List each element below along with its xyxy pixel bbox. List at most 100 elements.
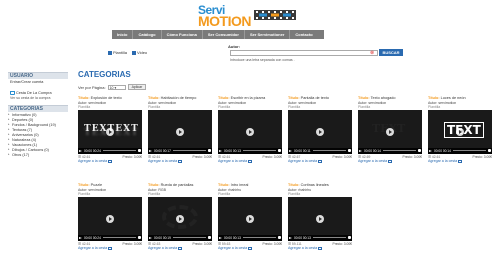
checkbox-checked-icon <box>108 50 112 55</box>
seek-bar[interactable] <box>312 237 346 238</box>
volume-icon[interactable] <box>348 149 351 152</box>
per-page-select[interactable]: 10 ▾ <box>107 84 126 90</box>
volume-icon[interactable] <box>418 149 421 152</box>
card-price: Precio: 3.00€ <box>193 242 212 246</box>
play-icon[interactable] <box>176 214 184 223</box>
play-small-icon[interactable] <box>219 149 222 152</box>
volume-icon[interactable] <box>488 149 491 152</box>
plantilla-checkbox[interactable]: Plantilla <box>108 50 127 55</box>
clear-icon[interactable]: ⊗ <box>370 50 374 56</box>
nav-como-funciona[interactable]: Cómo Funciona <box>162 30 203 39</box>
volume-icon[interactable] <box>208 236 211 239</box>
nav-ser-consumidor[interactable]: Ser Consumidor <box>203 30 245 39</box>
seek-bar[interactable] <box>382 150 416 151</box>
video-controls: 00:00 00:17 <box>148 147 212 154</box>
page-title: CATEGORIAS <box>78 70 131 79</box>
cart-link[interactable]: Cesta De La Compra <box>10 91 68 95</box>
play-small-icon[interactable] <box>219 236 222 239</box>
play-icon[interactable] <box>246 214 254 223</box>
volume-icon[interactable] <box>278 149 281 152</box>
card-title-text: Rueda de pantallas <box>160 183 194 187</box>
play-icon[interactable] <box>106 214 114 223</box>
seek-bar[interactable] <box>172 150 206 151</box>
seek-bar[interactable] <box>242 237 276 238</box>
play-small-icon[interactable] <box>149 149 152 152</box>
play-small-icon[interactable] <box>149 236 152 239</box>
nav-ser-servimotioner[interactable]: Ser Servimotioner <box>245 30 291 39</box>
sidebar-category[interactable]: Otros (17) <box>8 152 68 157</box>
nav-contacto[interactable]: Contacto <box>290 30 317 39</box>
video-time: 00:00 00:13 <box>224 235 241 240</box>
add-to-cart-label: Agregar a la cesta <box>428 158 458 163</box>
search-button[interactable]: BUSCAR <box>379 49 403 56</box>
play-small-icon[interactable] <box>359 149 362 152</box>
site-logo[interactable]: Servi MOTION <box>192 3 312 29</box>
card-title-text: Intro imeal <box>230 183 249 187</box>
play-icon[interactable] <box>246 127 254 136</box>
card-title-text: Luces de neón <box>440 96 466 100</box>
add-to-cart-link[interactable]: Agregar a la cesta <box>358 159 422 164</box>
video-time: 00:00 00:14 <box>364 148 381 153</box>
apply-button[interactable]: Aplicar <box>127 84 147 90</box>
video-preview[interactable]: TEXTEXT 00:00 00:24 <box>78 109 142 154</box>
cart-icon <box>178 159 183 163</box>
video-preview[interactable]: 00:00 00:13 <box>218 109 282 154</box>
volume-icon[interactable] <box>278 236 281 239</box>
add-to-cart-link[interactable]: Agregar a la cesta <box>78 159 142 164</box>
play-small-icon[interactable] <box>429 149 432 152</box>
card-author-label: Autor: <box>78 187 88 192</box>
add-to-cart-link[interactable]: Agregar a la cesta <box>288 246 352 251</box>
video-controls: 00:00 00:24 <box>78 147 142 154</box>
card-price-label: Precio: <box>402 154 413 159</box>
card-author-label: Autor: <box>288 100 298 105</box>
play-icon[interactable] <box>106 127 114 136</box>
add-to-cart-link[interactable]: Agregar a la cesta <box>78 246 142 251</box>
play-small-icon[interactable] <box>79 149 82 152</box>
card-price-label: Precio: <box>262 241 273 246</box>
play-small-icon[interactable] <box>289 149 292 152</box>
video-preview[interactable]: TEXT 00:00 00:14 <box>358 109 422 154</box>
search-input[interactable] <box>230 50 378 56</box>
seek-bar[interactable] <box>102 237 136 238</box>
add-to-cart-link[interactable]: Agregar a la cesta <box>428 159 492 164</box>
video-controls: 00:00 00:11 <box>288 147 352 154</box>
video-preview[interactable]: 00:00 00:13 <box>218 196 282 241</box>
video-preview[interactable]: 00:00 00:19 <box>148 196 212 241</box>
card-title-tag: Título: <box>218 183 230 187</box>
play-icon[interactable] <box>176 127 184 136</box>
nav-catalogo[interactable]: Catálogo <box>133 30 162 39</box>
play-icon[interactable] <box>456 127 464 136</box>
video-preview[interactable]: 00:00 00:24 <box>78 196 142 241</box>
play-icon[interactable] <box>386 127 394 136</box>
video-preview[interactable]: 00:00 00:13 <box>288 196 352 241</box>
add-to-cart-link[interactable]: Agregar a la cesta <box>218 159 282 164</box>
card-price: Precio: 3.00€ <box>403 155 422 159</box>
card-author-value: servimotion <box>298 100 317 105</box>
seek-bar[interactable] <box>452 150 486 151</box>
card-price-value: 3.00€ <box>273 241 282 246</box>
play-small-icon[interactable] <box>79 236 82 239</box>
add-to-cart-link[interactable]: Agregar a la cesta <box>148 246 212 251</box>
seek-bar[interactable] <box>172 237 206 238</box>
nav-inicio[interactable]: Inicio <box>112 30 134 39</box>
add-to-cart-link[interactable]: Agregar a la cesta <box>218 246 282 251</box>
volume-icon[interactable] <box>138 149 141 152</box>
volume-icon[interactable] <box>208 149 211 152</box>
video-checkbox[interactable]: Video <box>132 50 147 55</box>
play-icon[interactable] <box>316 127 324 136</box>
volume-icon[interactable] <box>138 236 141 239</box>
video-preview[interactable]: 00:00 00:11 <box>288 109 352 154</box>
video-preview[interactable]: TEXT 00:00 00:14 <box>428 109 492 154</box>
video-preview[interactable]: 00:00 00:17 <box>148 109 212 154</box>
play-icon[interactable] <box>316 214 324 223</box>
seek-bar[interactable] <box>312 150 346 151</box>
enter-account-link[interactable]: Entrar/Crear cuenta <box>8 79 68 85</box>
card-title-tag: Título: <box>148 183 160 187</box>
add-to-cart-link[interactable]: Agregar a la cesta <box>288 159 352 164</box>
card-price-value: 3.00€ <box>343 241 352 246</box>
add-to-cart-link[interactable]: Agregar a la cesta <box>148 159 212 164</box>
volume-icon[interactable] <box>348 236 351 239</box>
seek-bar[interactable] <box>102 150 136 151</box>
seek-bar[interactable] <box>242 150 276 151</box>
play-small-icon[interactable] <box>289 236 292 239</box>
